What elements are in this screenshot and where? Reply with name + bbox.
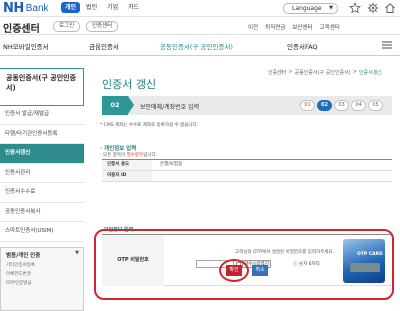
- otp-digits-hint: ⓘ 숫자 6자리: [293, 261, 320, 267]
- row-value-cert-usage: 은행/보험용: [160, 162, 183, 167]
- top-bar: NH Bank 개인 법인 기업 카드 Language ▼: [0, 0, 400, 17]
- related-services-box: 범용/개인 인증 ▼ 기타인증서등록 이체한도변경 OTP인증발급: [0, 247, 84, 311]
- step-arrow: [128, 96, 134, 114]
- nav-item-nh-mobile[interactable]: NH모바일인증서: [3, 41, 49, 51]
- page: NH Bank 개인 법인 기업 카드 Language ▼ 인증센터 로그인 …: [0, 0, 400, 311]
- otp-section: 보안정보 입력 OTP 비밀번호 고객님의 OTP에서 생성된 비밀번호를 입력…: [102, 226, 392, 292]
- otp-card-screen: [350, 263, 380, 272]
- sidebar-item-copy[interactable]: 공동인증서복사: [0, 203, 84, 222]
- cancel-button[interactable]: 취소: [252, 265, 268, 276]
- row-value-user-id: [152, 171, 392, 181]
- step-indicator: 01 02 03 04 05: [300, 100, 383, 111]
- otp-section-title: 보안정보 입력: [104, 227, 134, 233]
- nav-item-joint[interactable]: 공동인증서(구 공인인증서): [160, 41, 233, 51]
- sidebar-item-register-other[interactable]: 타행/타기관인증서등록: [0, 125, 84, 144]
- cert-center-button[interactable]: 인증센터: [86, 21, 119, 32]
- required-label: 필수항목: [126, 153, 144, 158]
- tab-personal[interactable]: 개인: [61, 2, 81, 13]
- breadcrumb-sep: >: [352, 69, 357, 75]
- related-item-other-cert[interactable]: 기타인증서등록: [1, 259, 83, 268]
- confirm-button[interactable]: 확인: [226, 265, 242, 276]
- breadcrumb-joint[interactable]: 공동인증서(구 공인인증서): [295, 69, 351, 76]
- menu-icon[interactable]: [382, 41, 392, 49]
- cert-center-bar: 인증센터 로그인 인증센터 이전 퇴직연금 보안센터 고객센터: [0, 17, 400, 35]
- row-label-user-id: 이용자 ID: [102, 171, 152, 181]
- sidebar-item-issue[interactable]: 인증서 발급/재발급: [0, 105, 84, 125]
- tab-corporate[interactable]: 법인: [82, 2, 101, 13]
- chevron-down-icon[interactable]: ▼: [75, 250, 79, 256]
- table-row: 이용자 ID: [102, 171, 392, 182]
- sidebar-item-usim[interactable]: 스마트인증서(USIM): [0, 222, 84, 242]
- chevron-down-icon: ▼: [329, 5, 333, 11]
- step-dot: 01: [300, 100, 315, 111]
- related-item-transfer-limit[interactable]: 이체한도변경: [1, 268, 83, 277]
- utility-links: 이전 퇴직연금 보안센터 고객센터: [248, 23, 340, 31]
- top-tabs: 개인 법인 기업 카드: [61, 2, 143, 13]
- current-step-label: 보안매체/계좌번호 입력: [140, 104, 200, 111]
- related-item-otp[interactable]: OTP인증발급: [1, 277, 83, 286]
- otp-box: OTP 비밀번호 고객님의 OTP에서 생성된 비밀번호를 입력하주세요. 마우…: [102, 234, 392, 286]
- row-label-cert-usage: 인증서 용도: [102, 160, 152, 170]
- nh-bank-logo[interactable]: NH Bank: [3, 1, 49, 16]
- step-dot-current: 02: [317, 100, 332, 111]
- otp-digits-text: 숫자 6자리: [298, 262, 320, 267]
- sidebar: 공동인증서(구 공인인증서) 인증서 발급/재발급 타행/타기관인증서등록 인증…: [0, 56, 84, 311]
- tab-card[interactable]: 카드: [124, 2, 143, 13]
- cms-notice: * CMS 계좌는 수수료 계좌로 등록하실 수 없습니다.: [100, 123, 199, 128]
- breadcrumb: 인증센터 > 공동인증서(구 공인인증서) > 인증서갱신: [268, 69, 382, 76]
- personal-info-title: · 개인정보 입력: [100, 146, 137, 152]
- otp-label: OTP 비밀번호: [102, 235, 164, 286]
- related-title: 범용/개인 인증: [6, 253, 41, 259]
- logo-bank: Bank: [25, 3, 49, 14]
- cert-center-title[interactable]: 인증센터: [3, 20, 40, 35]
- nav-item-financial[interactable]: 금융인증서: [89, 41, 119, 51]
- step-dot: 05: [368, 100, 383, 111]
- step-bar: 02 보안매체/계좌번호 입력 01 02 03 04 05: [102, 96, 392, 115]
- gear-icon[interactable]: [367, 2, 379, 14]
- utility-link-prev[interactable]: 이전: [248, 23, 258, 31]
- utility-link-customer[interactable]: 고객센터: [320, 23, 340, 31]
- sidebar-item-fee[interactable]: 인증서수수료: [0, 183, 84, 203]
- personal-info-subtitle: - 모든 항목이 필수항목입니다.: [100, 152, 157, 158]
- table-row: 인증서 용도 은행/보험용: [102, 160, 392, 171]
- home-icon[interactable]: [384, 2, 396, 14]
- breadcrumb-current: 인증서갱신: [358, 70, 382, 76]
- sidebar-item-manage[interactable]: 인증서관리: [0, 164, 84, 183]
- sidebar-item-renew[interactable]: 인증서갱신: [0, 144, 84, 164]
- otp-guide: 고객님의 OTP에서 생성된 비밀번호를 입력하주세요.: [235, 250, 334, 255]
- sidebar-title: 공동인증서(구 공인인증서): [0, 68, 84, 106]
- main-nav: NH모바일인증서 금융인증서 공동인증서(구 공인인증서) 인증서FAQ: [0, 35, 400, 56]
- step-dot: 03: [334, 100, 349, 111]
- sidebar-list: 인증서 발급/재발급 타행/타기관인증서등록 인증서갱신 인증서관리 인증서수수…: [0, 105, 84, 261]
- language-select[interactable]: Language ▼: [283, 3, 338, 14]
- personal-info-table: 인증서 용도 은행/보험용 이용자 ID: [102, 159, 392, 182]
- subtitle-suffix: 입니다.: [143, 153, 158, 158]
- current-step-number: 02: [102, 96, 128, 115]
- page-title: 인증서 갱신: [102, 78, 157, 91]
- breadcrumb-home[interactable]: 인증센터: [268, 69, 286, 76]
- language-label: Language: [292, 5, 322, 12]
- otp-card-label: OTP CARD: [357, 252, 383, 257]
- tab-enterprise[interactable]: 기업: [103, 2, 122, 13]
- star-icon[interactable]: [349, 2, 361, 14]
- logo-nh: NH: [3, 1, 24, 16]
- utility-link-security[interactable]: 보안센터: [292, 23, 312, 31]
- nav-item-faq[interactable]: 인증서FAQ: [287, 41, 318, 51]
- breadcrumb-sep: >: [288, 69, 293, 75]
- login-button[interactable]: 로그인: [53, 21, 81, 32]
- subtitle-prefix: - 모든 항목이: [100, 153, 127, 158]
- otp-card-image: [343, 239, 385, 283]
- utility-link-pension[interactable]: 퇴직연금: [265, 23, 285, 31]
- step-dot: 04: [351, 100, 366, 111]
- main-content: 인증센터 > 공동인증서(구 공인인증서) > 인증서갱신 인증서 갱신 02 …: [92, 56, 400, 311]
